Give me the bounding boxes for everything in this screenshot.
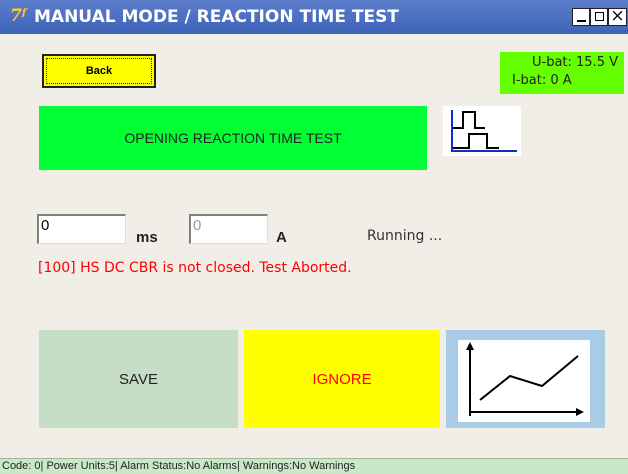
minimize-icon (576, 20, 586, 22)
status-bar: Code: 0| Power Units:5| Alarm Status:No … (0, 458, 628, 474)
test-status-text: Running ... (367, 228, 443, 244)
maximize-button[interactable] (590, 8, 608, 26)
battery-voltage: U-bat: 15.5 V (531, 55, 618, 70)
minimize-button[interactable] (572, 8, 590, 26)
battery-current: I-bat: 0 A (512, 73, 572, 88)
close-button[interactable]: × (608, 8, 627, 26)
show-graph-button[interactable] (446, 330, 605, 428)
line-chart-icon (458, 340, 590, 422)
back-button[interactable]: Back (42, 54, 156, 88)
save-button[interactable]: SAVE (39, 330, 238, 428)
error-message: [100] HS DC CBR is not closed. Test Abor… (38, 260, 352, 276)
app-logo-icon: 7ᶠ (10, 6, 27, 26)
test-type-banner: OPENING REACTION TIME TEST (39, 106, 427, 170)
maximize-icon (594, 12, 604, 21)
reaction-time-field[interactable]: 0 (37, 214, 126, 244)
current-unit-label: A (276, 229, 287, 246)
timing-diagram-icon (443, 106, 521, 156)
battery-status-panel: U-bat: 15.5 V I-bat: 0 A (500, 52, 624, 94)
title-bar: 7ᶠ MANUAL MODE / REACTION TIME TEST × (0, 0, 628, 34)
current-field[interactable]: 0 (189, 214, 268, 244)
window-title: MANUAL MODE / REACTION TIME TEST (34, 7, 399, 27)
ignore-button[interactable]: IGNORE (244, 330, 440, 428)
time-unit-label: ms (136, 229, 158, 246)
